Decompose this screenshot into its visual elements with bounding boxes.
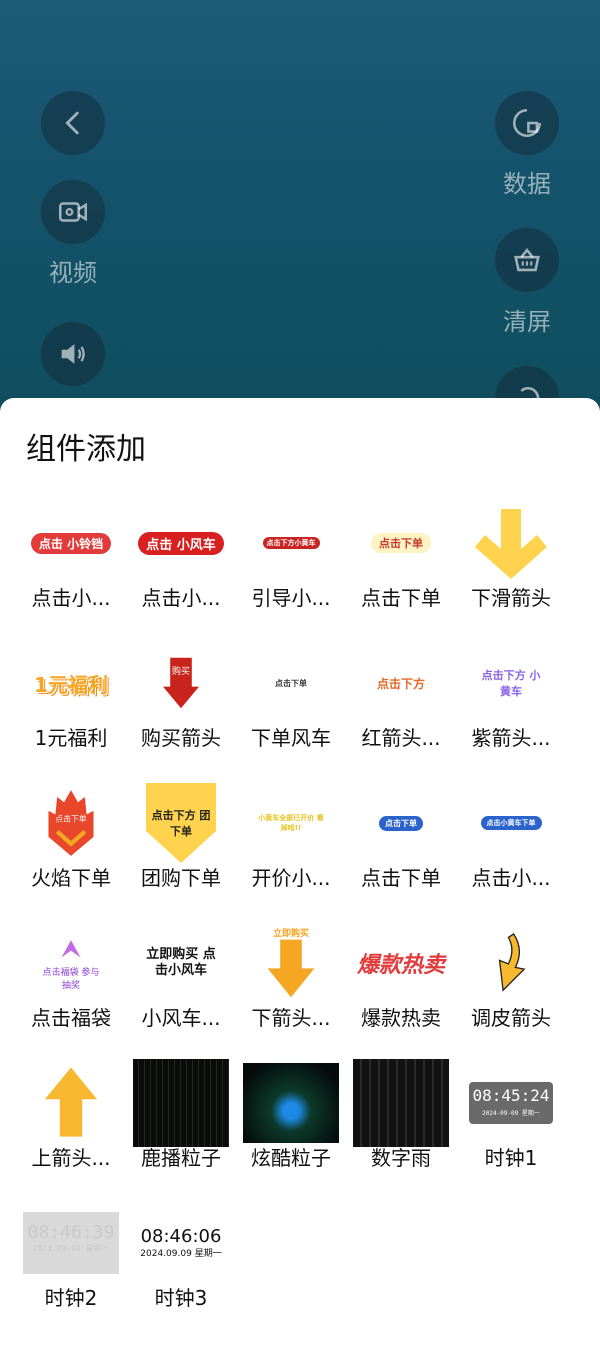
sheet-title: 组件添加 [26, 432, 146, 467]
clear-screen-button[interactable] [495, 228, 559, 292]
component-item[interactable]: 鹿播粒子 [125, 1058, 237, 1198]
thumb-red-arrow: 点击下方 [376, 676, 425, 691]
video-label: 视频 [49, 259, 97, 287]
thumb-order-windmill: 点击下单 [275, 678, 307, 688]
video-camera-icon [58, 202, 88, 222]
clear-screen-label: 清屏 [503, 308, 551, 336]
component-item[interactable]: 08:46:06 2024.09.09 星期一 时钟3 [125, 1198, 237, 1338]
thumb-flame-order: 点击下单 [21, 778, 121, 868]
up-arrow-icon [21, 1058, 121, 1148]
component-item[interactable]: 下滑箭头 [455, 498, 567, 638]
chart-pie-icon [512, 108, 542, 138]
component-item[interactable]: 点击 小铃铛 点击小... [15, 498, 127, 638]
component-item[interactable]: 1元福利 1元福利 [15, 638, 127, 778]
component-item[interactable]: 点击下单 点击下单 [345, 778, 457, 918]
component-item[interactable]: 点击下单 下单风车 [235, 638, 347, 778]
svg-text:点击下单: 点击下单 [55, 813, 86, 823]
thumb-1yuan: 1元福利 [34, 672, 108, 697]
thumb-clock-1: 08:45:24 2024-09-09 星期一 [461, 1058, 561, 1148]
thumb-buy-now: 立即购买 点击小风车 [146, 947, 216, 978]
thumb-click-order-2: 点击下单 [351, 778, 451, 868]
audio-button[interactable] [41, 322, 105, 386]
component-item[interactable]: 点击下单 火焰下单 [15, 778, 127, 918]
component-item[interactable]: 08:46:39 2024.09.09 星期一 时钟2 [15, 1198, 127, 1338]
thumb-guide: 点击下方小黄车 [241, 498, 341, 588]
component-item[interactable]: 炫酷粒子 [235, 1058, 347, 1198]
thumb-down-arrow-2: 立即购买 [241, 918, 341, 1008]
data-button[interactable] [495, 91, 559, 155]
component-item[interactable]: 点击下方 小黄车 紫箭头... [455, 638, 567, 778]
component-item[interactable]: 点击下方 团 下单 团购下单 [125, 778, 237, 918]
broom-basket-icon [514, 248, 540, 272]
component-item[interactable]: 立即购买 点击小风车 小风车... [125, 918, 237, 1058]
curved-arrow-icon [461, 918, 561, 1008]
component-item[interactable]: 上箭头... [15, 1058, 127, 1198]
thumb-clock-3: 08:46:06 2024.09.09 星期一 [140, 1226, 222, 1259]
thumb-open-price: 小黄车全部已开价 看掉哈!! [258, 814, 324, 832]
component-item[interactable]: 点击下方 红箭头... [345, 638, 457, 778]
component-item[interactable]: 爆款热卖 爆款热卖 [345, 918, 457, 1058]
svg-text:立即购买: 立即购买 [273, 927, 309, 939]
thumb-purple-arrow: 点击下方 小黄车 [481, 669, 541, 698]
svg-text:购买: 购买 [172, 665, 190, 677]
down-arrow-icon [461, 498, 561, 588]
chevron-left-icon [65, 111, 79, 135]
component-item[interactable]: 点击下单 点击下单 [345, 498, 457, 638]
thumb-digital-rain [351, 1058, 451, 1148]
component-item[interactable]: 小黄车全部已开价 看掉哈!! 开价小... [235, 778, 347, 918]
speaker-icon [61, 344, 85, 364]
thumb-buy-arrow: 购买 [131, 638, 231, 728]
thumb-hand-bell: 点击 小铃铛 [21, 498, 121, 588]
thumb-particles-2 [241, 1058, 341, 1148]
component-item[interactable]: 点击 小风车 点击小... [125, 498, 237, 638]
thumb-windmill: 点击 小风车 [131, 498, 231, 588]
thumb-yellow-cart: 点击小黄车下单 [461, 778, 561, 868]
component-add-sheet: 组件添加 点击 小铃铛 点击小... 点击 小风车 点击小... 点击下方小黄车… [0, 398, 600, 1354]
component-item[interactable]: 点击小黄车下单 点击小... [455, 778, 567, 918]
component-item[interactable]: 数字雨 [345, 1058, 457, 1198]
thumb-click-order: 点击下单 [351, 498, 451, 588]
back-button[interactable] [41, 91, 105, 155]
video-button[interactable] [41, 180, 105, 244]
component-item[interactable]: 08:45:24 2024-09-09 星期一 时钟1 [455, 1058, 567, 1198]
thumb-particles-1 [131, 1058, 231, 1148]
component-item[interactable]: 调皮箭头 [455, 918, 567, 1058]
component-item[interactable]: 立即购买 下箭头... [235, 918, 347, 1058]
thumb-clock-2: 08:46:39 2024.09.09 星期一 [21, 1198, 121, 1288]
thumb-group-order: 点击下方 团 下单 [131, 778, 231, 868]
up-chevron-icon [61, 940, 81, 958]
component-item[interactable]: 点击福袋 参与抽奖 点击福袋 [15, 918, 127, 1058]
data-label: 数据 [503, 170, 551, 198]
thumb-hot-sale: 爆款热卖 [356, 953, 445, 978]
component-item[interactable]: 点击下方小黄车 引导小... [235, 498, 347, 638]
component-item[interactable]: 购买 购买箭头 [125, 638, 237, 778]
thumb-lucky-bag: 点击福袋 参与抽奖 [21, 918, 121, 1008]
